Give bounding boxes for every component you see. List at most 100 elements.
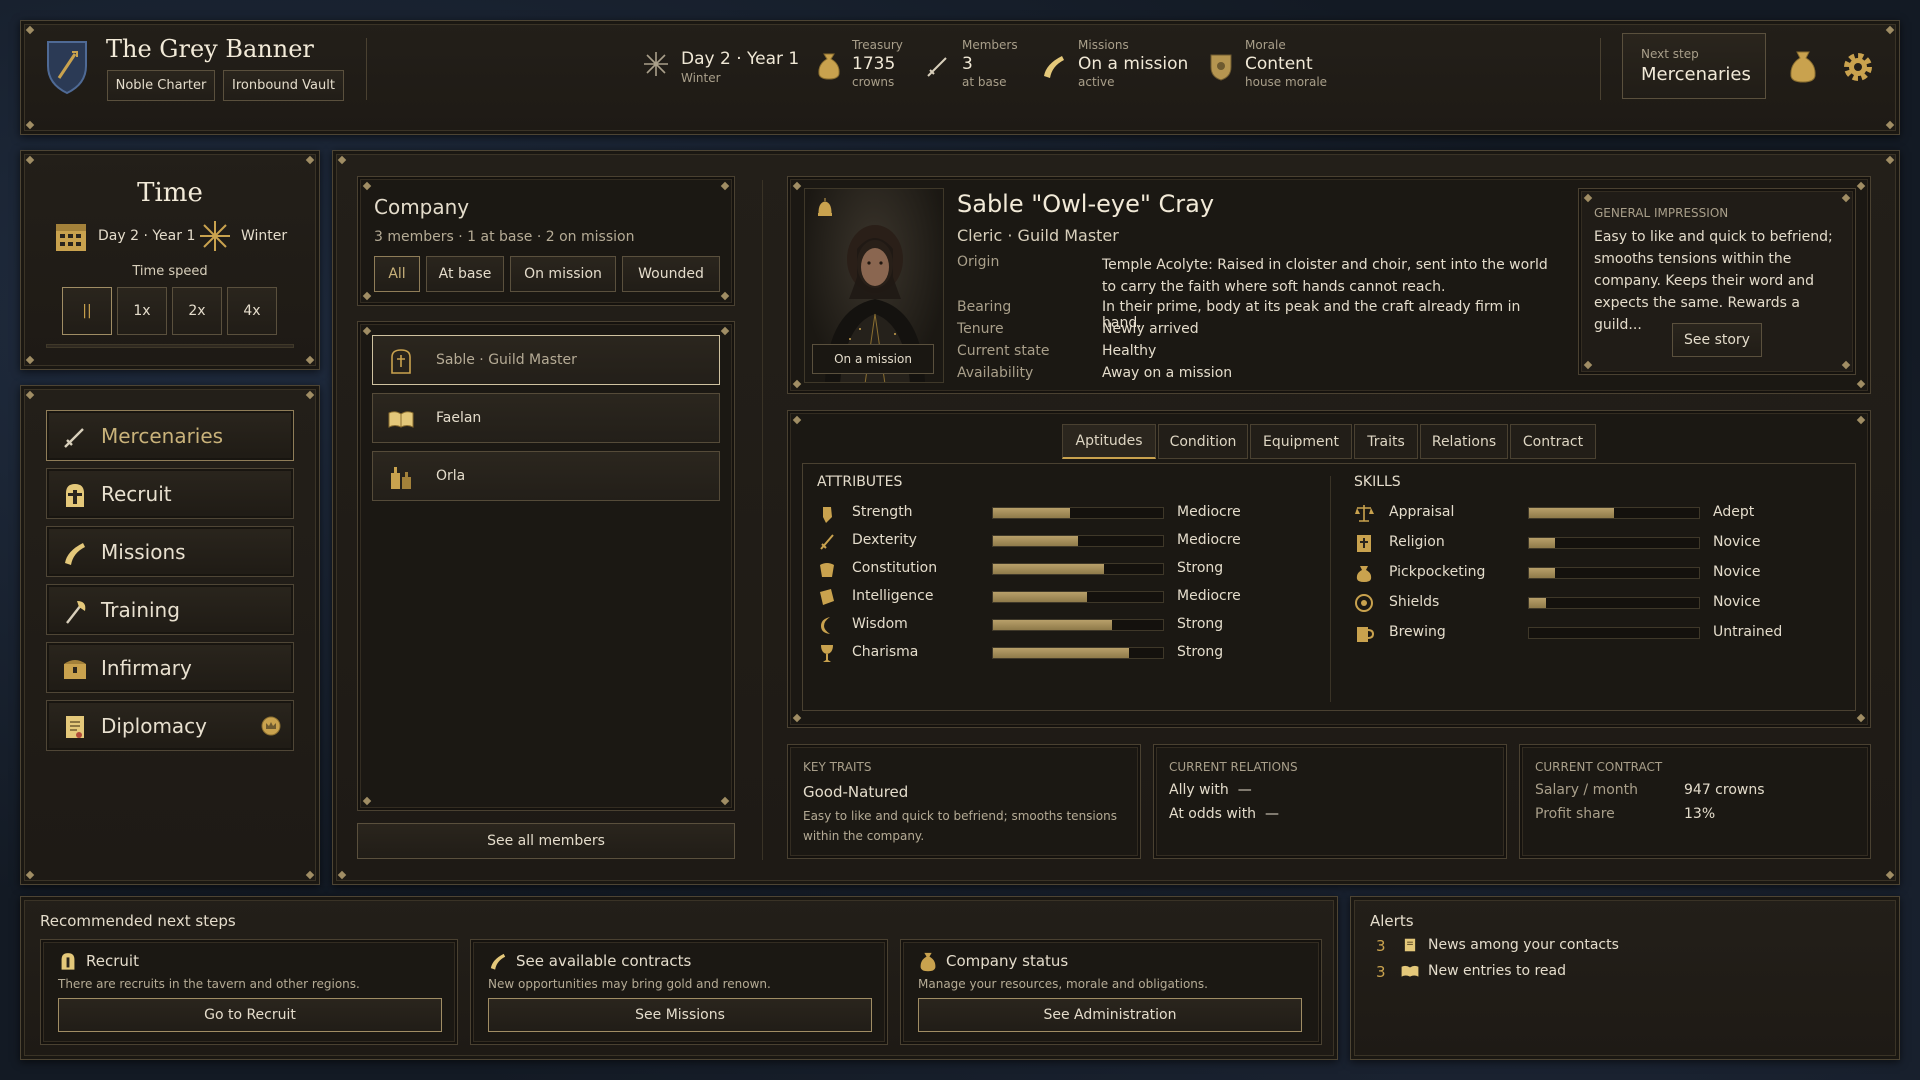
see-story-button[interactable]: See story	[1672, 323, 1762, 357]
book-icon	[1400, 964, 1420, 978]
impression-text: Easy to like and quick to befriend; smoo…	[1594, 229, 1833, 333]
guild-name: The Grey Banner	[106, 35, 314, 63]
skill-row-level: Novice	[1713, 594, 1761, 610]
morale-value: Content	[1245, 54, 1313, 74]
money-bag-icon	[816, 50, 842, 80]
attribute-row-bar	[992, 647, 1164, 659]
snowflake-icon	[198, 219, 232, 253]
missions-sub: active	[1078, 75, 1115, 89]
speed-4x-button[interactable]: 4x	[227, 287, 277, 335]
attribute-row-bar	[992, 507, 1164, 519]
time-date: Day 2 · Year 1	[98, 228, 196, 244]
nav-diplomacy[interactable]: Diplomacy	[46, 700, 294, 751]
calendar-icon	[54, 219, 88, 253]
portrait-status-badge: On a mission	[812, 344, 934, 374]
bottles-icon	[387, 463, 415, 491]
shield-crest-icon	[44, 38, 90, 96]
skill-row-name: Religion	[1389, 534, 1445, 550]
tab-relations[interactable]: Relations	[1420, 424, 1508, 459]
filter-wounded[interactable]: Wounded	[622, 256, 720, 292]
member-name: Orla	[436, 468, 466, 484]
attribute-row-bar-fill	[993, 620, 1112, 630]
skill-row: Brewing Untrained	[1354, 622, 1844, 644]
filter-on-mission[interactable]: On mission	[510, 256, 616, 292]
profit-label: Profit share	[1535, 806, 1615, 822]
crown-badge-icon	[261, 716, 281, 736]
tag-ironbound-vault[interactable]: Ironbound Vault	[223, 70, 344, 101]
relations-ally: Ally with —	[1169, 782, 1252, 798]
snowflake-icon	[642, 50, 670, 78]
speed-1x-button[interactable]: 1x	[117, 287, 167, 335]
members-value: 3	[962, 54, 973, 74]
next-step-button[interactable]: Next step Mercenaries	[1622, 33, 1766, 99]
tab-condition[interactable]: Condition	[1158, 424, 1248, 459]
book-icon	[387, 409, 415, 429]
attribute-row-bar	[992, 563, 1164, 575]
attribute-row-bar-fill	[993, 508, 1070, 518]
skill-row: Pickpocketing Novice	[1354, 562, 1844, 584]
field-bearing-label: Bearing	[957, 299, 1012, 315]
nav-mercenaries[interactable]: Mercenaries	[46, 410, 294, 461]
nav-label: Diplomacy	[101, 713, 208, 738]
header-date: Day 2 · Year 1	[681, 49, 800, 69]
morale-label: Morale	[1245, 38, 1286, 52]
nav-missions[interactable]: Missions	[46, 526, 294, 577]
pause-button[interactable]: ||	[62, 287, 112, 335]
attribute-row: Wisdom Strong	[817, 614, 1317, 636]
helmet-icon	[61, 481, 89, 509]
goblet-icon	[817, 643, 837, 663]
attribute-row-level: Strong	[1177, 644, 1224, 660]
skill-row-name: Shields	[1389, 594, 1440, 610]
skill-row-bar	[1528, 627, 1700, 639]
alert-item[interactable]: News among your contacts	[1428, 937, 1619, 953]
nav-training[interactable]: Training	[46, 584, 294, 635]
filter-at-base[interactable]: At base	[426, 256, 504, 292]
skill-row-bar	[1528, 537, 1700, 549]
attribute-row-bar-fill	[993, 536, 1078, 546]
skills-title: SKILLS	[1354, 474, 1401, 490]
next-step-value: Mercenaries	[1641, 64, 1751, 85]
character-name: Sable "Owl-eye" Cray	[957, 190, 1215, 218]
see-all-members-button[interactable]: See all members	[357, 823, 735, 859]
tab-equipment[interactable]: Equipment	[1250, 424, 1352, 459]
member-row[interactable]: Orla	[372, 451, 720, 501]
gear-icon[interactable]	[1841, 50, 1875, 84]
tag-noble-charter[interactable]: Noble Charter	[107, 70, 215, 101]
skill-row-bar-fill	[1529, 568, 1555, 578]
time-season: Winter	[241, 228, 288, 244]
see-administration-button[interactable]: See Administration	[918, 998, 1302, 1032]
coin-sack-icon[interactable]	[1788, 48, 1818, 84]
tab-traits[interactable]: Traits	[1354, 424, 1418, 459]
member-name: Sable · Guild Master	[436, 352, 577, 368]
alert-item[interactable]: New entries to read	[1428, 963, 1566, 979]
step-title: Recruit	[86, 952, 139, 970]
field-state-label: Current state	[957, 343, 1050, 359]
key-trait-name: Good-Natured	[803, 783, 909, 801]
dagger-icon	[817, 531, 837, 551]
stat-morale: Morale Content house morale	[1245, 38, 1327, 89]
attribute-row-name: Dexterity	[852, 532, 917, 548]
attribute-row: Constitution Strong	[817, 558, 1317, 580]
nav-infirmary[interactable]: Infirmary	[46, 642, 294, 693]
speed-2x-button[interactable]: 2x	[172, 287, 222, 335]
nav-recruit[interactable]: Recruit	[46, 468, 294, 519]
nav-label: Training	[101, 597, 180, 622]
attribute-row-bar	[992, 591, 1164, 603]
sword-icon	[61, 423, 89, 451]
member-row[interactable]: Sable · Guild Master	[372, 335, 720, 385]
member-row[interactable]: Faelan	[372, 393, 720, 443]
field-tenure-value: Newly arrived	[1102, 321, 1199, 337]
tab-aptitudes[interactable]: Aptitudes	[1062, 424, 1156, 459]
money-bag-icon	[918, 950, 938, 972]
skill-row-level: Novice	[1713, 564, 1761, 580]
see-missions-button[interactable]: See Missions	[488, 998, 872, 1032]
key-traits-title: KEY TRAITS	[803, 760, 872, 774]
tankard-icon	[1354, 623, 1374, 643]
salary-label: Salary / month	[1535, 782, 1639, 798]
attributes-title: ATTRIBUTES	[817, 474, 903, 490]
tab-contract[interactable]: Contract	[1510, 424, 1596, 459]
skill-row-bar	[1528, 597, 1700, 609]
attribute-row-level: Mediocre	[1177, 532, 1241, 548]
filter-all[interactable]: All	[374, 256, 420, 292]
go-to-recruit-button[interactable]: Go to Recruit	[58, 998, 442, 1032]
